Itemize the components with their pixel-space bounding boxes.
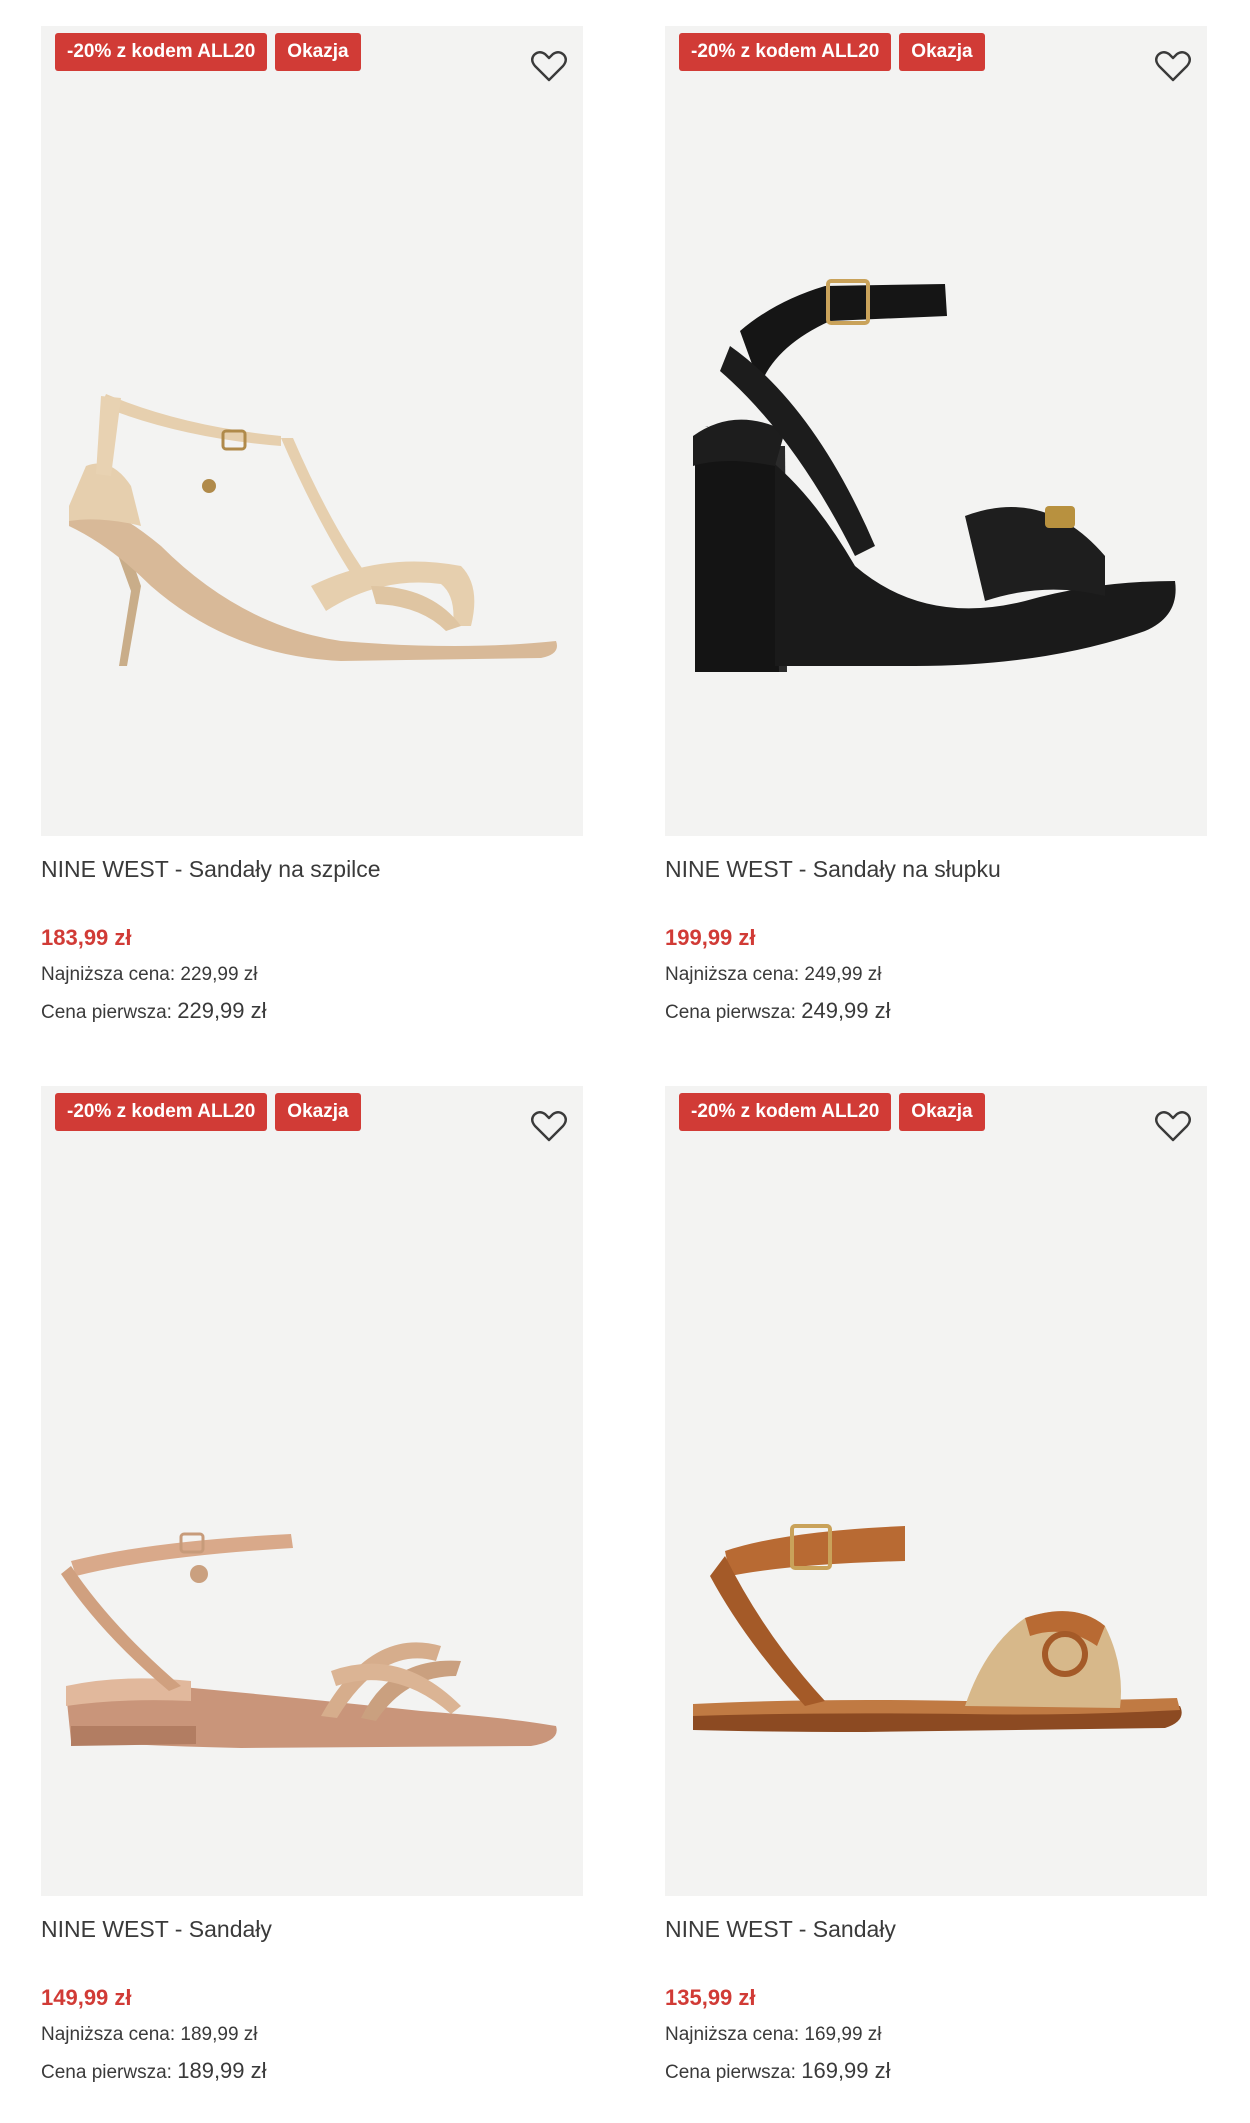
product-grid: -20% z kodem ALL20 Okazja NINE WEST - Sa… <box>0 0 1250 2123</box>
first-price-value: 169,99 zł <box>801 2058 891 2083</box>
first-price-row: Cena pierwsza: 249,99 zł <box>665 996 1207 1028</box>
deal-badge: Okazja <box>899 1093 985 1131</box>
lowest-price-label: Najniższa cena: <box>665 2024 800 2045</box>
lowest-price-value: 169,99 zł <box>804 2024 882 2045</box>
badge-group: -20% z kodem ALL20 Okazja <box>679 33 985 71</box>
block-heel-sandal-image <box>693 279 1176 672</box>
badge-group: -20% z kodem ALL20 Okazja <box>679 1093 985 1131</box>
promo-code-badge: -20% z kodem ALL20 <box>679 33 892 71</box>
product-name[interactable]: NINE WEST - Sandały na słupku <box>665 852 1207 886</box>
product-name[interactable]: NINE WEST - Sandały <box>665 1912 1207 1946</box>
lowest-price-label: Najniższa cena: <box>41 964 176 985</box>
product-price: 149,99 zł <box>41 1985 132 2010</box>
product-image[interactable]: -20% z kodem ALL20 Okazja <box>665 1086 1207 1896</box>
promo-code-badge: -20% z kodem ALL20 <box>55 1093 268 1131</box>
product-card[interactable]: -20% z kodem ALL20 Okazja NINE WEST - Sa… <box>41 26 583 1028</box>
promo-code-badge: -20% z kodem ALL20 <box>679 1093 892 1131</box>
first-price-label: Cena pierwsza: <box>41 2062 172 2083</box>
heart-outline-icon[interactable] <box>1153 1106 1193 1146</box>
lowest-price-row: Najniższa cena: 249,99 zł <box>665 960 1207 990</box>
first-price-row: Cena pierwsza: 169,99 zł <box>665 2056 1207 2088</box>
first-price-value: 189,99 zł <box>177 2058 267 2083</box>
first-price-label: Cena pierwsza: <box>665 2062 796 2083</box>
product-image[interactable]: -20% z kodem ALL20 Okazja <box>41 26 583 836</box>
product-card[interactable]: -20% z kodem ALL20 Okazja NINE WEST - Sa… <box>665 1086 1207 2088</box>
flat-jeweled-sandal-image <box>61 1532 557 1748</box>
product-price: 199,99 zł <box>665 925 756 950</box>
product-card[interactable]: -20% z kodem ALL20 Okazja NINE WEST - Sa… <box>665 26 1207 1028</box>
deal-badge: Okazja <box>275 33 361 71</box>
heart-outline-icon[interactable] <box>529 1106 569 1146</box>
lowest-price-row: Najniższa cena: 169,99 zł <box>665 2020 1207 2050</box>
heart-outline-icon[interactable] <box>529 46 569 86</box>
product-card[interactable]: -20% z kodem ALL20 Okazja NINE WEST - Sa… <box>41 1086 583 2088</box>
deal-badge: Okazja <box>275 1093 361 1131</box>
first-price-label: Cena pierwsza: <box>665 1002 796 1023</box>
lowest-price-label: Najniższa cena: <box>41 2024 176 2045</box>
product-price: 135,99 zł <box>665 1985 756 2010</box>
badge-group: -20% z kodem ALL20 Okazja <box>55 1093 361 1131</box>
lowest-price-value: 249,99 zł <box>804 964 882 985</box>
first-price-value: 249,99 zł <box>801 998 891 1023</box>
promo-code-badge: -20% z kodem ALL20 <box>55 33 268 71</box>
first-price-label: Cena pierwsza: <box>41 1002 172 1023</box>
first-price-row: Cena pierwsza: 189,99 zł <box>41 2056 583 2088</box>
badge-group: -20% z kodem ALL20 Okazja <box>55 33 361 71</box>
deal-badge: Okazja <box>899 33 985 71</box>
product-name[interactable]: NINE WEST - Sandały na szpilce <box>41 852 583 886</box>
product-name[interactable]: NINE WEST - Sandały <box>41 1912 583 1946</box>
product-image[interactable]: -20% z kodem ALL20 Okazja <box>41 1086 583 1896</box>
stiletto-sandal-image <box>69 394 557 666</box>
first-price-row: Cena pierwsza: 229,99 zł <box>41 996 583 1028</box>
lowest-price-value: 229,99 zł <box>180 964 258 985</box>
product-price: 183,99 zł <box>41 925 132 950</box>
lowest-price-value: 189,99 zł <box>180 2024 258 2045</box>
first-price-value: 229,99 zł <box>177 998 267 1023</box>
raffia-flat-sandal-image <box>693 1524 1182 1732</box>
heart-outline-icon[interactable] <box>1153 46 1193 86</box>
lowest-price-label: Najniższa cena: <box>665 964 800 985</box>
product-image[interactable]: -20% z kodem ALL20 Okazja <box>665 26 1207 836</box>
lowest-price-row: Najniższa cena: 229,99 zł <box>41 960 583 990</box>
lowest-price-row: Najniższa cena: 189,99 zł <box>41 2020 583 2050</box>
